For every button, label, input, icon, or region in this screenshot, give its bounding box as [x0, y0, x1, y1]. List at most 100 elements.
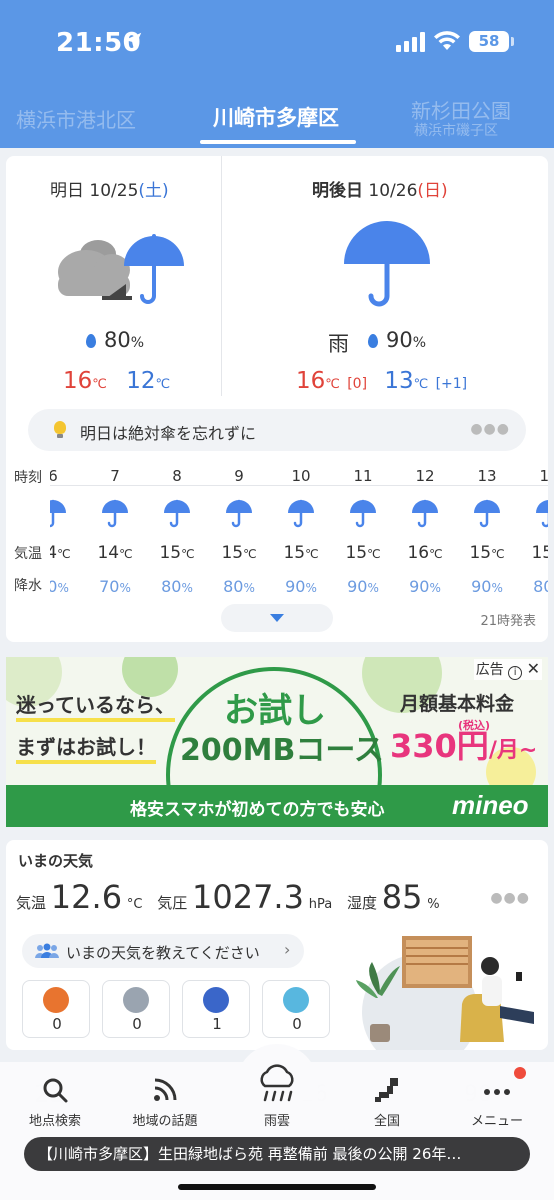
raindrop-icon: [86, 334, 96, 348]
hour-temp-value: 15: [469, 543, 492, 563]
ad-left-line1: 迷っているなら、: [16, 689, 175, 722]
celsius-unit: ℃: [181, 547, 195, 561]
umbrella-icon: [288, 499, 314, 528]
report-weather-text: いまの天気を教えてください: [66, 944, 260, 962]
location-tab-tama[interactable]: 川崎市多摩区: [213, 102, 339, 132]
hour-label: 14: [539, 467, 548, 485]
news-ticker[interactable]: 【川崎市多摩区】生田緑地ばら苑 再整備前 最後の公開 26年…: [24, 1137, 530, 1171]
ad-label[interactable]: 広告 i ✕: [473, 659, 542, 680]
umbrella-icon: [344, 221, 430, 307]
cellular-signal-icon: [396, 32, 425, 52]
hour-pop: 90%: [456, 577, 518, 596]
tab-location-search[interactable]: 地点検索: [0, 1062, 110, 1142]
hour-pop-value: 80: [533, 577, 548, 596]
hour-temp: 15℃: [146, 543, 208, 563]
hour-label: 8: [172, 467, 182, 485]
ad-banner[interactable]: 迷っているなら、 まずはお試し！ お試し 200MBコース 月額基本料金 (税込…: [6, 657, 548, 827]
hour-temp-value: 14: [97, 543, 120, 563]
tab-nationwide[interactable]: 全国: [332, 1062, 442, 1142]
hour-temp: 14℃: [50, 543, 84, 563]
ad-price-per: /月~: [488, 738, 538, 763]
search-icon: [43, 1078, 68, 1103]
hour-label: 7: [110, 467, 120, 485]
rain-cloud-icon: [260, 1064, 294, 1102]
pct-unit: %: [119, 581, 131, 595]
cloud-rain-icon: [58, 234, 184, 304]
current-observations: 気温 12.6 °C 気圧 1027.3 hPa 湿度 85 %: [16, 878, 440, 916]
hour-temp: 15℃: [332, 543, 394, 563]
hour-column: 13 15℃ 90%: [456, 461, 518, 601]
hour-label: 9: [234, 467, 244, 485]
day-after-date: 明後日 10/26(日): [312, 176, 448, 201]
forecast-tip[interactable]: 明日は絶対傘を忘れずに ●●●: [28, 409, 526, 451]
pct-unit: %: [412, 335, 427, 351]
hour-column: 12 16℃ 90%: [394, 461, 456, 601]
tab-label: メニュー: [470, 1114, 523, 1129]
ad-label-text: 広告: [475, 662, 504, 678]
location-arrow-icon: [124, 32, 142, 50]
rain-icon: [203, 987, 229, 1013]
hour-temp-value: 15: [283, 543, 306, 563]
tomorrow-date-label: 明日 10/25: [50, 181, 139, 201]
hour-pop: 90%: [394, 577, 456, 596]
day-divider: [221, 156, 222, 396]
hour-pop-value: 90: [347, 577, 368, 596]
report-snow-button[interactable]: 0: [262, 980, 330, 1038]
report-cloudy-button[interactable]: 0: [102, 980, 170, 1038]
more-dots-icon[interactable]: ●●●: [490, 890, 530, 906]
umbrella-icon: [164, 499, 190, 528]
hour-temp-value: 15: [159, 543, 182, 563]
issued-time: 21時発表: [480, 614, 536, 629]
row-label-precip: 降水: [14, 578, 42, 594]
ad-center-line2: 200MBコース: [180, 733, 384, 768]
tomorrow-dow: (土): [138, 181, 169, 201]
hour-column: 11 15℃ 90%: [332, 461, 394, 601]
report-count: 0: [132, 1015, 142, 1033]
tomorrow-high: 16: [63, 368, 93, 394]
tomorrow-temps: 16℃ 12℃: [63, 368, 170, 394]
pct-unit: %: [130, 335, 145, 351]
tab-rain-radar[interactable]: 雨雲: [222, 1062, 332, 1142]
hour-pop: 70%: [50, 577, 84, 596]
report-count: 0: [292, 1015, 302, 1033]
umbrella-icon: [102, 499, 128, 528]
pressure-unit: hPa: [308, 897, 333, 912]
celsius-unit: ℃: [243, 547, 257, 561]
pct-unit: %: [243, 581, 255, 595]
humidity-unit: %: [427, 897, 440, 912]
ad-price: 330円/月~: [390, 721, 537, 767]
more-dots-icon[interactable]: ●●●: [470, 421, 510, 437]
ad-close-icon[interactable]: ✕: [527, 659, 540, 678]
day-after-condition: 雨: [328, 332, 349, 356]
hourly-forecast[interactable]: 時刻 気温 降水 614℃70%714℃70%815℃80%915℃80%101…: [6, 461, 548, 601]
ad-info-icon[interactable]: i: [508, 666, 523, 680]
report-weather-button[interactable]: いまの天気を教えてください ›: [22, 934, 304, 968]
japan-map-icon: [375, 1078, 398, 1102]
day-after-low-diff: [+1]: [435, 376, 468, 392]
temp-unit: °C: [126, 897, 143, 912]
hour-pop-value: 90: [409, 577, 430, 596]
hour-temp-value: 15: [345, 543, 368, 563]
celsius-unit: ℃: [325, 377, 340, 392]
pct-unit: %: [305, 581, 317, 595]
tab-menu[interactable]: メニュー: [442, 1062, 552, 1142]
expand-hourly-button[interactable]: [221, 604, 333, 632]
umbrella-icon: [474, 499, 500, 528]
day-after-high-diff: [0]: [347, 376, 368, 392]
location-tab-kohoku[interactable]: 横浜市港北区: [16, 104, 136, 133]
cloudy-icon: [123, 987, 149, 1013]
pct-unit: %: [57, 581, 69, 595]
current-weather-card: いまの天気 気温 12.6 °C 気圧 1027.3 hPa 湿度 85 % ●…: [6, 840, 548, 1050]
ad-bottom-strip: 格安スマホが初めての方でも安心 mineo: [6, 785, 548, 827]
row-label-time: 時刻: [14, 470, 42, 486]
tab-local-topics[interactable]: 地域の話題: [110, 1062, 220, 1142]
current-weather-title: いまの天気: [18, 852, 94, 870]
hour-label: 10: [291, 467, 311, 485]
report-sunny-button[interactable]: 0: [22, 980, 90, 1038]
battery-tip: [511, 37, 514, 46]
hourly-divider: [50, 485, 548, 486]
day-after-pop-value: 90: [386, 328, 413, 352]
humidity-label: 湿度: [346, 894, 377, 912]
temp-label: 気温: [16, 894, 47, 912]
report-rain-button[interactable]: 1: [182, 980, 250, 1038]
